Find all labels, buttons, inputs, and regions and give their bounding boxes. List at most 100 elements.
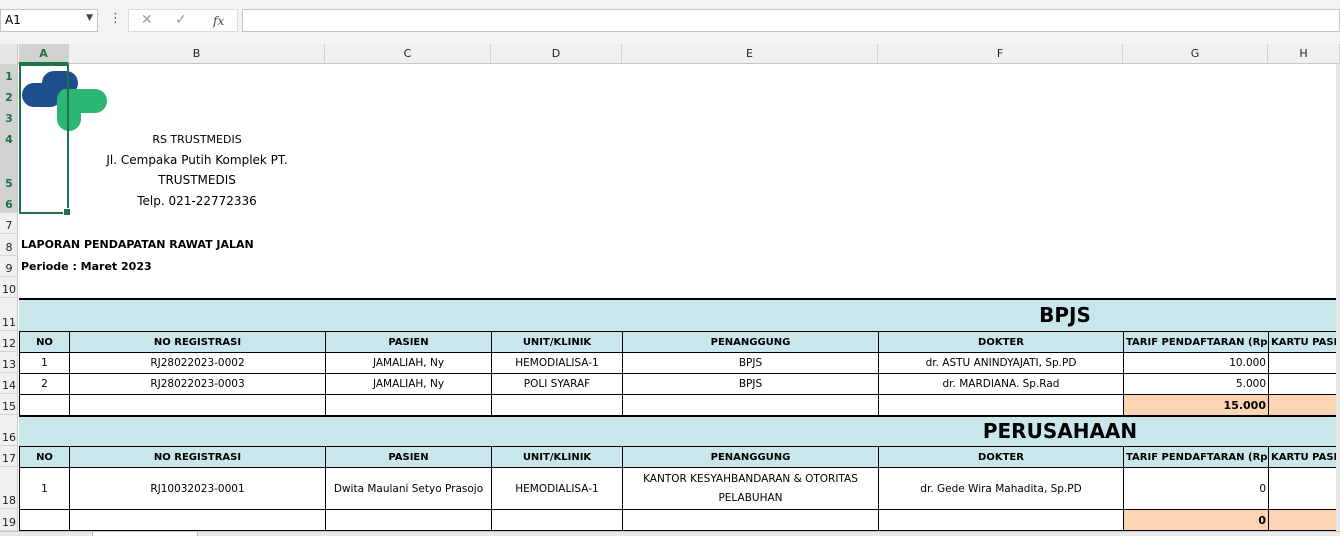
cell[interactable]: JAMALIAH, Ny [325,352,492,374]
row-header-15[interactable]: 15 [0,394,18,415]
name-box[interactable]: A1 ▼ [0,9,98,32]
cell[interactable]: Dwita Maulani Setyo Prasojo [325,467,492,510]
cell[interactable] [491,394,623,416]
row-header-4[interactable]: 4 [0,127,18,148]
total-tarif[interactable]: 0 [1123,509,1269,531]
row-header-14[interactable]: 14 [0,373,18,394]
cell[interactable]: 0 [1123,467,1269,510]
row-header-3[interactable]: 3 [0,106,18,127]
row-header-5[interactable]: 5 [0,148,18,192]
sheet-tab-active[interactable] [92,532,198,536]
cell[interactable]: dr. Gede Wira Mahadita, Sp.PD [878,467,1124,510]
cell[interactable]: KANTOR KESYAHBANDARAN & OTORITAS PELABUH… [622,467,879,510]
function-icon[interactable]: fx [213,14,224,28]
header-penanggung: PENANGGUNG [622,331,879,353]
col-header-b[interactable]: B [69,44,325,64]
vertical-scrollbar[interactable] [1336,64,1340,536]
check-icon[interactable]: ✓ [175,12,187,28]
header-no: NO [19,331,70,353]
active-cell-selection[interactable] [19,64,71,216]
row-header-2[interactable]: 2 [0,85,18,106]
row-header-17[interactable]: 17 [0,446,18,467]
chevron-down-icon[interactable]: ▼ [86,13,93,23]
header-no: NO [19,446,70,468]
cell[interactable]: RJ10032023-0001 [69,467,326,510]
cell[interactable] [491,509,623,531]
cell[interactable] [1268,352,1337,374]
table-row: 1 RJ28022023-0002 JAMALIAH, Ny HEMODIALI… [19,352,1337,374]
cell[interactable] [1268,467,1337,510]
row-header-12[interactable]: 12 [0,331,18,352]
row-header-8[interactable]: 8 [0,234,18,256]
row-header-18[interactable]: 18 [0,467,18,509]
cell[interactable]: 1 [19,352,70,374]
table-row: 1 RJ10032023-0001 Dwita Maulani Setyo Pr… [19,467,1337,510]
cell[interactable]: HEMODIALISA-1 [491,467,623,510]
select-all-corner[interactable] [0,44,18,64]
sheet-tabs-bar [0,531,1340,536]
cell[interactable] [878,509,1124,531]
cell[interactable]: dr. MARDIANA. Sp.Rad [878,373,1124,395]
cell[interactable]: JAMALIAH, Ny [325,373,492,395]
total-tarif[interactable]: 15.000 [1123,394,1269,416]
row-header-1[interactable]: 1 [0,64,18,85]
report-period: Periode : Maret 2023 [21,260,152,273]
cell[interactable] [19,509,70,531]
cell[interactable]: POLI SYARAF [491,373,623,395]
cell[interactable]: HEMODIALISA-1 [491,352,623,374]
cell[interactable]: dr. ASTU ANINDYAJATI, Sp.PD [878,352,1124,374]
cell[interactable] [19,394,70,416]
formula-bar-area: A1 ▼ ⋮ ✕ ✓ fx [0,0,1340,44]
col-header-c[interactable]: C [325,44,491,64]
cell[interactable] [878,394,1124,416]
row-header-10[interactable]: 10 [0,277,18,298]
cell[interactable]: 1 [19,467,70,510]
total-kartu[interactable] [1268,509,1337,531]
header-kartu-pasien: KARTU PASIEN [1268,446,1337,468]
cell[interactable] [325,394,492,416]
col-header-g[interactable]: G [1123,44,1268,64]
cell[interactable]: BPJS [622,373,879,395]
cell[interactable] [69,394,326,416]
cell[interactable]: 2 [19,373,70,395]
hospital-address-line2: TRUSTMEDIS [158,173,236,187]
header-penanggung: PENANGGUNG [622,446,879,468]
cell[interactable]: RJ28022023-0002 [69,352,326,374]
header-tarif: TARIF PENDAFTARAN (Rp) [1123,446,1269,468]
bpjs-table: NO NO REGISTRASI PASIEN UNIT/KLINIK PENA… [19,331,1337,416]
cell[interactable]: BPJS [622,352,879,374]
formula-input[interactable] [242,9,1340,32]
col-header-h[interactable]: H [1268,44,1340,64]
header-no-registrasi: NO REGISTRASI [69,446,326,468]
cell[interactable] [622,509,879,531]
more-options-icon[interactable]: ⋮ [109,11,122,26]
cell[interactable] [1268,373,1337,395]
row-header-7[interactable]: 7 [0,213,18,234]
cancel-icon[interactable]: ✕ [141,12,153,28]
section-title-bpjs: BPJS [1039,303,1091,327]
row-header-16[interactable]: 16 [0,415,18,446]
hospital-phone: Telp. 021-22772336 [137,194,257,208]
col-header-a[interactable]: A [19,44,69,64]
col-header-e[interactable]: E [622,44,878,64]
header-tarif: TARIF PENDAFTARAN (Rp) [1123,331,1269,353]
row-header-6[interactable]: 6 [0,192,18,213]
row-header-11[interactable]: 11 [0,298,18,331]
cell[interactable]: 10.000 [1123,352,1269,374]
header-unit-klinik: UNIT/KLINIK [491,446,623,468]
row-header-13[interactable]: 13 [0,352,18,373]
cell[interactable] [69,509,326,531]
cell[interactable]: 5.000 [1123,373,1269,395]
cell[interactable] [622,394,879,416]
cell[interactable] [325,509,492,531]
col-header-d[interactable]: D [491,44,622,64]
col-header-f[interactable]: F [878,44,1123,64]
perusahaan-table: NO NO REGISTRASI PASIEN UNIT/KLINIK PENA… [19,446,1337,531]
column-headers: A B C D E F G H [0,44,1340,64]
row-header-9[interactable]: 9 [0,256,18,277]
row-header-19[interactable]: 19 [0,509,18,531]
name-box-value: A1 [5,13,21,27]
header-pasien: PASIEN [325,446,492,468]
total-kartu[interactable] [1268,394,1337,416]
cell[interactable]: RJ28022023-0003 [69,373,326,395]
